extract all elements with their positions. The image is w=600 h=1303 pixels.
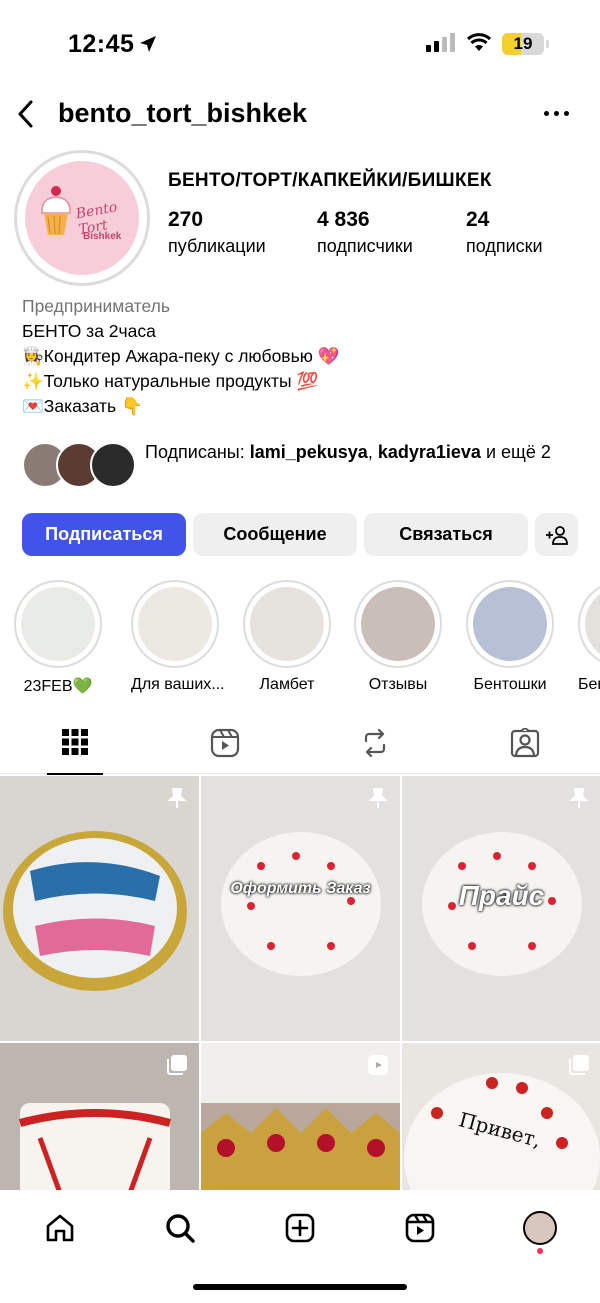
battery-level: 19 xyxy=(513,34,533,53)
tab-tagged[interactable] xyxy=(497,722,553,774)
stat-posts-label: публикации xyxy=(168,236,266,256)
carousel-icon xyxy=(569,1055,589,1075)
status-time: 12:45 xyxy=(68,30,135,58)
highlight-item[interactable]: Отзывы xyxy=(354,580,442,694)
avatar-logo-subtext: Bishkek xyxy=(83,231,122,242)
post-overlay-text: Прайс xyxy=(458,880,545,911)
profile-tabs xyxy=(0,722,600,775)
mutual-avatars xyxy=(22,442,136,488)
highlight-item[interactable]: Бен xyxy=(578,580,600,694)
nav-profile[interactable] xyxy=(518,1206,562,1254)
profile-bio: Предприниматель БЕНТО за 2часа 👩‍🍳Кондит… xyxy=(22,294,340,419)
highlight-label: 23FEB💚 xyxy=(23,678,93,695)
highlight-item[interactable]: Для ваших... xyxy=(131,580,225,694)
tab-reels[interactable] xyxy=(197,722,253,774)
highlight-cover xyxy=(138,587,212,661)
wifi-icon xyxy=(466,33,492,51)
highlight-label: Отзывы xyxy=(368,676,428,693)
location-arrow-icon xyxy=(140,36,156,52)
back-chevron-icon[interactable] xyxy=(14,98,38,130)
mutual-followers-text: Подписаны: lami_pekusya, kadyra1ieva и е… xyxy=(145,442,551,462)
add-person-icon xyxy=(545,525,568,545)
reels-icon xyxy=(368,1055,388,1075)
nav-search[interactable] xyxy=(158,1206,202,1250)
avatar xyxy=(90,442,136,488)
battery-icon: 19 xyxy=(502,33,549,55)
suggest-people-button[interactable] xyxy=(535,513,578,556)
profile-header: bento_tort_bishkek xyxy=(0,92,600,138)
highlight-cover xyxy=(21,587,95,661)
stat-posts[interactable]: 270 публикации xyxy=(168,208,266,257)
profile-category: Предприниматель xyxy=(22,296,170,316)
highlight-cover xyxy=(250,587,324,661)
bio-line: ✨Только натуральные продукты 💯 xyxy=(22,371,319,391)
mutual-followers[interactable]: Подписаны: lami_pekusya, kadyra1ieva и е… xyxy=(22,438,582,490)
grid-post[interactable] xyxy=(0,776,199,1041)
bio-line: БЕНТО за 2часа xyxy=(22,321,156,341)
bio-line: 💌Заказать 👇 xyxy=(22,396,143,416)
tab-posts[interactable] xyxy=(47,722,103,775)
posts-grid: Оформить Заказ Прайс Привет, xyxy=(0,776,600,1190)
notification-dot xyxy=(537,1248,543,1254)
highlight-item[interactable]: Ламбет xyxy=(243,580,331,694)
carousel-icon xyxy=(167,1055,187,1075)
bio-line: 👩‍🍳Кондитер Ажара-пеку с любовью 💖 xyxy=(22,346,340,366)
profile-avatar xyxy=(523,1211,557,1245)
stat-following-label: подписки xyxy=(466,236,543,256)
highlight-item[interactable]: Бентошки xyxy=(466,580,554,694)
profile-username: bento_tort_bishkek xyxy=(58,98,308,128)
nav-home[interactable] xyxy=(38,1206,82,1250)
bottom-navigation xyxy=(0,1190,600,1303)
stat-followers-count: 4 836 xyxy=(317,208,370,231)
highlight-label: Бентошки xyxy=(473,676,547,693)
cellular-signal-icon xyxy=(426,33,455,52)
stat-following-count: 24 xyxy=(466,208,490,231)
highlight-cover xyxy=(585,587,600,661)
post-overlay-text: Оформить Заказ xyxy=(230,880,371,897)
pin-icon xyxy=(569,788,589,808)
post-cake-image xyxy=(221,832,381,976)
nav-create[interactable] xyxy=(278,1206,322,1250)
highlight-cover xyxy=(361,587,435,661)
highlight-cover xyxy=(473,587,547,661)
nav-reels[interactable] xyxy=(398,1206,442,1250)
reels-icon xyxy=(405,1213,435,1243)
tab-reposts[interactable] xyxy=(347,722,403,774)
stat-followers[interactable]: 4 836 подписчики xyxy=(317,208,413,257)
profile-avatar: Bento Tort Bishkek xyxy=(25,161,139,275)
highlight-item[interactable]: 23FEB💚 xyxy=(14,580,102,696)
grid-post[interactable] xyxy=(201,1043,400,1190)
stat-posts-count: 270 xyxy=(168,208,204,231)
pin-icon xyxy=(368,788,388,808)
highlight-label: Бен xyxy=(578,676,600,693)
post-cake-image xyxy=(3,831,187,991)
highlight-label: Для ваших... xyxy=(131,676,225,693)
profile-display-name: БЕНТО/ТОРТ/КАПКЕЙКИ/БИШКЕК xyxy=(168,170,492,191)
home-indicator xyxy=(193,1284,407,1290)
repost-icon xyxy=(364,728,386,758)
stat-following[interactable]: 24 подписки xyxy=(466,208,543,257)
grid-post[interactable]: Прайс xyxy=(402,776,600,1041)
highlight-label: Ламбет xyxy=(259,676,315,693)
grid-post[interactable] xyxy=(0,1043,199,1190)
pin-icon xyxy=(167,788,187,808)
reels-icon xyxy=(210,728,240,758)
create-post-icon xyxy=(285,1213,315,1243)
more-options-icon[interactable] xyxy=(544,111,569,116)
profile-avatar-ring[interactable]: Bento Tort Bishkek xyxy=(14,150,150,286)
status-bar: 12:45 19 xyxy=(0,0,600,90)
grid-post[interactable]: Оформить Заказ xyxy=(201,776,400,1041)
stat-followers-label: подписчики xyxy=(317,236,413,256)
grid-post[interactable]: Привет, xyxy=(402,1043,600,1190)
follow-button[interactable]: Подписаться xyxy=(22,513,186,556)
tagged-icon xyxy=(510,728,540,758)
contact-button[interactable]: Связаться xyxy=(364,513,528,556)
grid-icon xyxy=(62,729,88,755)
search-icon xyxy=(166,1214,195,1243)
home-icon xyxy=(46,1214,74,1242)
message-button[interactable]: Сообщение xyxy=(193,513,357,556)
